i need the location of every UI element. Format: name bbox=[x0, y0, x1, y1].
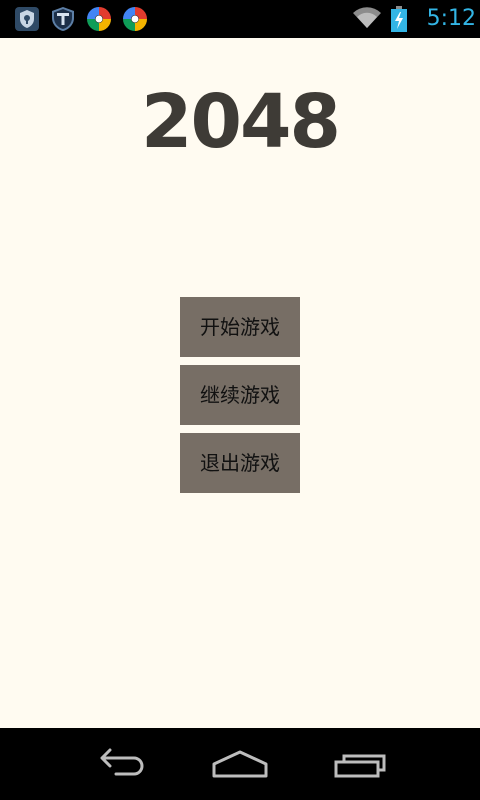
navigation-bar bbox=[0, 728, 480, 800]
app-title: 2048 bbox=[141, 79, 341, 165]
colorful-app-icon bbox=[86, 6, 112, 32]
battery-charging-icon bbox=[390, 6, 408, 32]
back-icon[interactable] bbox=[88, 742, 152, 786]
recent-apps-icon[interactable] bbox=[330, 742, 394, 786]
shield-security-icon bbox=[14, 6, 40, 32]
start-game-button[interactable]: 开始游戏 bbox=[180, 297, 300, 357]
status-bar: 5:12 bbox=[0, 0, 480, 38]
colorful-app-icon bbox=[122, 6, 148, 32]
exit-game-button[interactable]: 退出游戏 bbox=[180, 433, 300, 493]
continue-game-button[interactable]: 继续游戏 bbox=[180, 365, 300, 425]
status-clock: 5:12 bbox=[426, 6, 476, 31]
wifi-icon bbox=[352, 6, 382, 30]
home-icon[interactable] bbox=[208, 742, 272, 786]
antivirus-shield-icon bbox=[50, 6, 76, 32]
